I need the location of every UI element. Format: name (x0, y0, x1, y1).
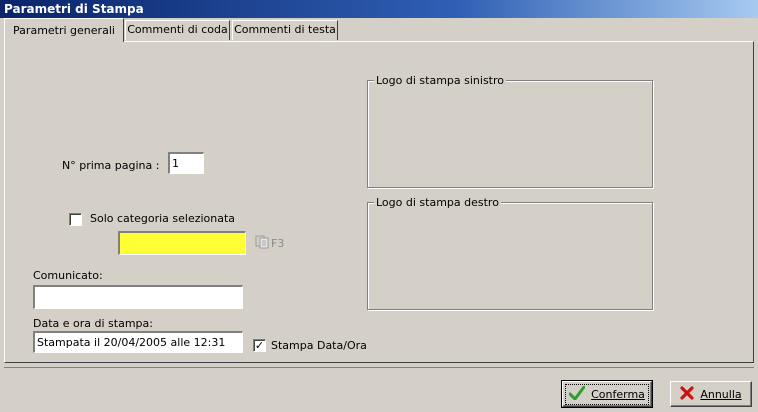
first-page-label: N° prima pagina : (62, 159, 160, 172)
category-input[interactable] (118, 231, 246, 255)
tab-commenti-di-coda[interactable]: Commenti di coda (125, 20, 230, 40)
tab-commenti-di-testa[interactable]: Commenti di testa (232, 20, 338, 40)
data-ora-input[interactable] (33, 331, 243, 353)
logo-right-groupbox: Logo di stampa destro (367, 196, 653, 310)
tab-panel-parametri-generali: N° prima pagina : Solo categoria selezio… (4, 41, 754, 363)
data-ora-label: Data e ora di stampa: (33, 317, 153, 330)
window-title: Parametri di Stampa (4, 2, 144, 16)
f3-shortcut-label: F3 (271, 237, 285, 250)
first-page-input[interactable] (168, 152, 204, 174)
dialog-footer: Conferma Annulla (4, 367, 754, 412)
confirm-label: Conferma (591, 387, 645, 401)
cancel-label: Annulla (700, 387, 742, 401)
tab-label: Commenti di coda (127, 23, 228, 36)
stampa-data-ora-checkbox[interactable]: ✓ (253, 339, 266, 352)
solo-categoria-label: Solo categoria selezionata (90, 212, 236, 225)
comunicato-label: Comunicato: (33, 269, 103, 282)
stampa-data-ora-label: Stampa Data/Ora (271, 339, 367, 352)
solo-categoria-checkbox[interactable] (69, 213, 82, 226)
logo-left-groupbox: Logo di stampa sinistro (367, 74, 653, 188)
tab-label: Commenti di testa (234, 23, 336, 36)
logo-left-label: Logo di stampa sinistro (374, 74, 506, 87)
cross-icon (680, 385, 694, 403)
confirm-button[interactable]: Conferma (561, 380, 653, 408)
confirm-focus: Conferma (565, 383, 649, 405)
copy-icon[interactable] (255, 235, 269, 249)
comunicato-input[interactable] (33, 285, 243, 309)
checkmark-icon (568, 385, 586, 403)
cancel-button[interactable]: Annulla (670, 381, 752, 407)
tab-label: Parametri generali (13, 24, 115, 37)
logo-right-label: Logo di stampa destro (374, 196, 501, 209)
window-title-bar: Parametri di Stampa (0, 0, 758, 18)
tab-parametri-generali[interactable]: Parametri generali (4, 18, 124, 42)
